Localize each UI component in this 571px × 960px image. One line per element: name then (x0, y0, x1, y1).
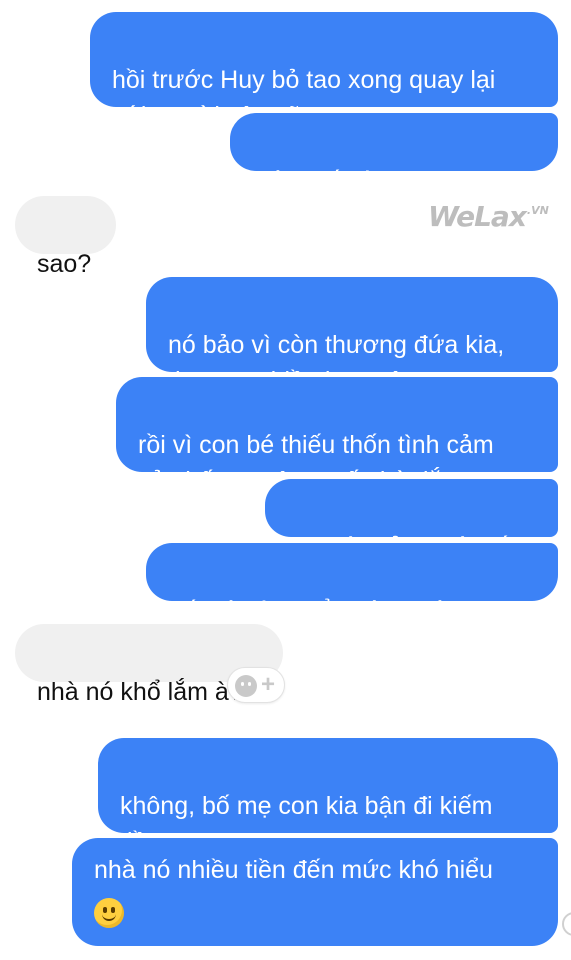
smiley-icon (235, 675, 257, 697)
message-text: mày biết vì sao không? (252, 167, 510, 195)
message-bubble-sent[interactable]: mày biết vì sao không? (230, 113, 558, 195)
message-bubble-sent[interactable]: nó bảo vì còn thương đứa kia, thương nhi… (146, 277, 558, 395)
message-bubble-sent[interactable]: không, bố mẹ con kia bận đi kiếm tiền (98, 738, 558, 856)
message-bubble-sent[interactable]: nhà nó nhiều tiền đến mức khó hiểu (72, 838, 558, 946)
message-bubble-sent[interactable]: đến lúc tìm hiểu hóa ra là thật (146, 543, 558, 625)
message-text: nhà nó khổ lắm à? (37, 678, 243, 706)
message-text: nhà nó nhiều tiền đến mức khó hiểu (94, 856, 493, 884)
message-bubble-received[interactable]: sao? (15, 196, 116, 278)
message-text: đến lúc tìm hiểu hóa ra là thật (168, 597, 498, 625)
plus-icon: + (261, 671, 276, 698)
message-bubble-sent[interactable]: rồi vì con bé thiếu thốn tình cảm của bố… (116, 377, 558, 495)
watermark-suffix: .VN (526, 204, 549, 217)
slightly-smiling-face-emoji (94, 898, 124, 929)
add-reaction-button[interactable]: + (227, 667, 285, 703)
message-text: sao? (37, 250, 92, 278)
message-bubble-sent[interactable]: hồi trước Huy bỏ tao xong quay lại với n… (90, 12, 558, 130)
welax-watermark: WeLax.VN (428, 200, 549, 233)
partial-circle-icon (562, 912, 571, 936)
message-bubble-sent[interactable]: tao cứ tưởng nói dối (265, 479, 558, 561)
watermark-brand: WeLax (428, 200, 527, 233)
